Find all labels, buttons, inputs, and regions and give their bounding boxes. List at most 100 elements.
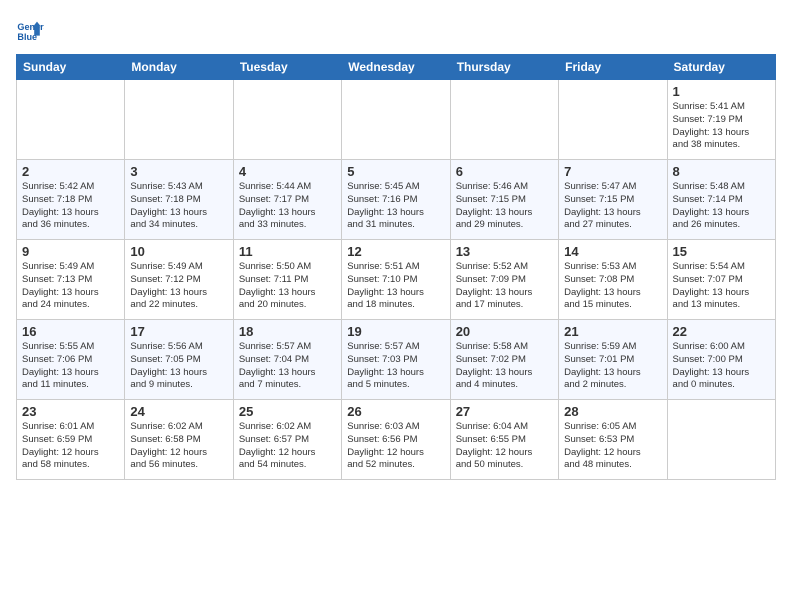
day-number: 21 (564, 324, 661, 339)
calendar-cell: 23 Sunrise: 6:01 AM Sunset: 6:59 PM Dayli… (17, 400, 125, 480)
calendar-cell: 18 Sunrise: 5:57 AM Sunset: 7:04 PM Dayli… (233, 320, 341, 400)
day-number: 7 (564, 164, 661, 179)
day-number: 10 (130, 244, 227, 259)
day-info: Sunrise: 5:51 AM Sunset: 7:10 PM Dayligh… (347, 261, 444, 312)
header-day: Sunday (17, 55, 125, 80)
day-info: Sunrise: 5:41 AM Sunset: 7:19 PM Dayligh… (673, 101, 770, 152)
day-info: Sunrise: 6:01 AM Sunset: 6:59 PM Dayligh… (22, 421, 119, 472)
calendar-cell: 6 Sunrise: 5:46 AM Sunset: 7:15 PM Daylig… (450, 160, 558, 240)
logo-icon: General Blue (16, 16, 44, 44)
calendar-cell: 21 Sunrise: 5:59 AM Sunset: 7:01 PM Dayli… (559, 320, 667, 400)
day-info: Sunrise: 5:52 AM Sunset: 7:09 PM Dayligh… (456, 261, 553, 312)
day-info: Sunrise: 6:04 AM Sunset: 6:55 PM Dayligh… (456, 421, 553, 472)
calendar-cell (17, 80, 125, 160)
day-info: Sunrise: 5:43 AM Sunset: 7:18 PM Dayligh… (130, 181, 227, 232)
calendar-cell: 1 Sunrise: 5:41 AM Sunset: 7:19 PM Daylig… (667, 80, 775, 160)
day-number: 18 (239, 324, 336, 339)
calendar-cell: 5 Sunrise: 5:45 AM Sunset: 7:16 PM Daylig… (342, 160, 450, 240)
day-info: Sunrise: 5:49 AM Sunset: 7:13 PM Dayligh… (22, 261, 119, 312)
day-number: 22 (673, 324, 770, 339)
calendar-cell: 28Sunrise: 6:05 AM Sunset: 6:53 PM Dayli… (559, 400, 667, 480)
calendar-cell (559, 80, 667, 160)
day-info: Sunrise: 5:53 AM Sunset: 7:08 PM Dayligh… (564, 261, 661, 312)
day-number: 20 (456, 324, 553, 339)
calendar-cell: 4 Sunrise: 5:44 AM Sunset: 7:17 PM Daylig… (233, 160, 341, 240)
calendar-week: 2 Sunrise: 5:42 AM Sunset: 7:18 PM Daylig… (17, 160, 776, 240)
calendar-cell: 13 Sunrise: 5:52 AM Sunset: 7:09 PM Dayli… (450, 240, 558, 320)
calendar-cell: 8 Sunrise: 5:48 AM Sunset: 7:14 PM Daylig… (667, 160, 775, 240)
day-number: 2 (22, 164, 119, 179)
calendar-cell: 24 Sunrise: 6:02 AM Sunset: 6:58 PM Dayli… (125, 400, 233, 480)
day-info: Sunrise: 6:05 AM Sunset: 6:53 PM Dayligh… (564, 421, 661, 472)
calendar-cell: 7 Sunrise: 5:47 AM Sunset: 7:15 PM Daylig… (559, 160, 667, 240)
day-number: 15 (673, 244, 770, 259)
day-number: 25 (239, 404, 336, 419)
day-number: 8 (673, 164, 770, 179)
header-day: Saturday (667, 55, 775, 80)
calendar-cell (450, 80, 558, 160)
day-info: Sunrise: 5:42 AM Sunset: 7:18 PM Dayligh… (22, 181, 119, 232)
day-info: Sunrise: 6:02 AM Sunset: 6:58 PM Dayligh… (130, 421, 227, 472)
calendar-cell (233, 80, 341, 160)
header-day: Monday (125, 55, 233, 80)
calendar-cell: 17Sunrise: 5:56 AM Sunset: 7:05 PM Dayli… (125, 320, 233, 400)
day-number: 19 (347, 324, 444, 339)
calendar-cell: 20 Sunrise: 5:58 AM Sunset: 7:02 PM Dayli… (450, 320, 558, 400)
calendar-cell: 3 Sunrise: 5:43 AM Sunset: 7:18 PM Daylig… (125, 160, 233, 240)
top-row: General Blue (16, 16, 776, 48)
day-number: 9 (22, 244, 119, 259)
day-number: 5 (347, 164, 444, 179)
header-day: Friday (559, 55, 667, 80)
header-row: SundayMondayTuesdayWednesdayThursdayFrid… (17, 55, 776, 80)
day-info: Sunrise: 5:44 AM Sunset: 7:17 PM Dayligh… (239, 181, 336, 232)
day-number: 17 (130, 324, 227, 339)
day-number: 11 (239, 244, 336, 259)
header-day: Tuesday (233, 55, 341, 80)
day-number: 24 (130, 404, 227, 419)
calendar-cell (342, 80, 450, 160)
calendar-week: 9 Sunrise: 5:49 AM Sunset: 7:13 PM Daylig… (17, 240, 776, 320)
day-number: 16 (22, 324, 119, 339)
day-info: Sunrise: 5:46 AM Sunset: 7:15 PM Dayligh… (456, 181, 553, 232)
calendar-cell: 15Sunrise: 5:54 AM Sunset: 7:07 PM Dayli… (667, 240, 775, 320)
day-number: 6 (456, 164, 553, 179)
day-info: Sunrise: 5:59 AM Sunset: 7:01 PM Dayligh… (564, 341, 661, 392)
day-number: 1 (673, 84, 770, 99)
calendar-cell (667, 400, 775, 480)
day-number: 12 (347, 244, 444, 259)
day-info: Sunrise: 6:00 AM Sunset: 7:00 PM Dayligh… (673, 341, 770, 392)
day-number: 23 (22, 404, 119, 419)
calendar-cell (125, 80, 233, 160)
logo: General Blue (16, 16, 48, 44)
day-info: Sunrise: 5:58 AM Sunset: 7:02 PM Dayligh… (456, 341, 553, 392)
day-number: 26 (347, 404, 444, 419)
day-number: 3 (130, 164, 227, 179)
calendar-table: SundayMondayTuesdayWednesdayThursdayFrid… (16, 54, 776, 480)
calendar-cell: 19 Sunrise: 5:57 AM Sunset: 7:03 PM Dayli… (342, 320, 450, 400)
day-info: Sunrise: 5:57 AM Sunset: 7:03 PM Dayligh… (347, 341, 444, 392)
day-number: 13 (456, 244, 553, 259)
calendar-week: 23 Sunrise: 6:01 AM Sunset: 6:59 PM Dayli… (17, 400, 776, 480)
day-info: Sunrise: 5:50 AM Sunset: 7:11 PM Dayligh… (239, 261, 336, 312)
header-day: Thursday (450, 55, 558, 80)
calendar-cell: 12 Sunrise: 5:51 AM Sunset: 7:10 PM Dayli… (342, 240, 450, 320)
calendar-cell: 10Sunrise: 5:49 AM Sunset: 7:12 PM Dayli… (125, 240, 233, 320)
calendar-cell: 14Sunrise: 5:53 AM Sunset: 7:08 PM Dayli… (559, 240, 667, 320)
day-info: Sunrise: 6:03 AM Sunset: 6:56 PM Dayligh… (347, 421, 444, 472)
day-info: Sunrise: 6:02 AM Sunset: 6:57 PM Dayligh… (239, 421, 336, 472)
day-info: Sunrise: 5:47 AM Sunset: 7:15 PM Dayligh… (564, 181, 661, 232)
calendar-cell: 26 Sunrise: 6:03 AM Sunset: 6:56 PM Dayli… (342, 400, 450, 480)
calendar-cell: 2 Sunrise: 5:42 AM Sunset: 7:18 PM Daylig… (17, 160, 125, 240)
svg-text:General: General (17, 22, 44, 32)
day-info: Sunrise: 5:45 AM Sunset: 7:16 PM Dayligh… (347, 181, 444, 232)
calendar-cell: 9 Sunrise: 5:49 AM Sunset: 7:13 PM Daylig… (17, 240, 125, 320)
day-number: 27 (456, 404, 553, 419)
day-info: Sunrise: 5:57 AM Sunset: 7:04 PM Dayligh… (239, 341, 336, 392)
day-number: 4 (239, 164, 336, 179)
calendar-cell: 22 Sunrise: 6:00 AM Sunset: 7:00 PM Dayli… (667, 320, 775, 400)
day-info: Sunrise: 5:55 AM Sunset: 7:06 PM Dayligh… (22, 341, 119, 392)
calendar-week: 1 Sunrise: 5:41 AM Sunset: 7:19 PM Daylig… (17, 80, 776, 160)
calendar-cell: 16 Sunrise: 5:55 AM Sunset: 7:06 PM Dayli… (17, 320, 125, 400)
day-info: Sunrise: 5:48 AM Sunset: 7:14 PM Dayligh… (673, 181, 770, 232)
svg-text:Blue: Blue (17, 32, 37, 42)
